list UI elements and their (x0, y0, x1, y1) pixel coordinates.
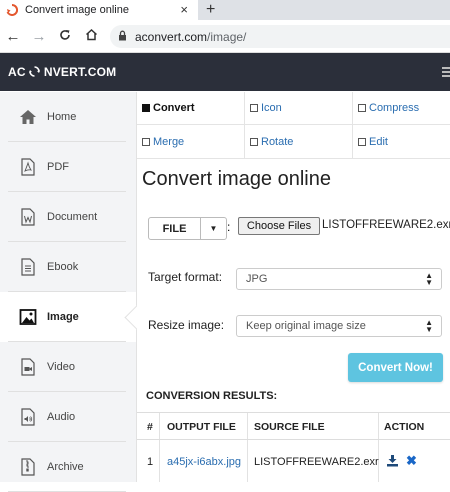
option-rotate[interactable]: Rotate (245, 125, 353, 158)
results-table: # OUTPUT FILE SOURCE FILE ACTION 1 a45jx… (137, 412, 450, 482)
checkbox-icon (358, 104, 366, 112)
url-host: aconvert.com (135, 29, 208, 44)
sidebar-item-label: PDF (47, 161, 69, 173)
sidebar-item-label: Audio (47, 411, 76, 423)
sidebar-item-label: Video (47, 361, 75, 373)
choose-files-button[interactable]: Choose Files (238, 217, 320, 235)
tab-close-icon[interactable]: × (180, 2, 188, 17)
option-label: Merge (153, 135, 185, 148)
sidebar-item-label: Image (47, 311, 79, 323)
checkbox-icon (142, 104, 150, 112)
sidebar-item-label: Archive (47, 461, 84, 473)
sidebar-item-label: Home (47, 111, 77, 123)
header-source-file: SOURCE FILE (254, 421, 325, 433)
convert-now-button[interactable]: Convert Now! (348, 353, 443, 382)
option-compress[interactable]: Compress (353, 92, 450, 125)
archive-icon (19, 458, 37, 476)
option-convert[interactable]: Convert (137, 92, 245, 125)
resize-image-select[interactable]: Keep original image size ▲ ▼ (236, 315, 442, 337)
conversion-options: Convert Icon Compress Merge Rotate Edit (137, 92, 450, 159)
results-title: CONVERSION RESULTS: (146, 390, 278, 402)
option-icon[interactable]: Icon (245, 92, 353, 125)
target-format-value: JPG (246, 273, 268, 285)
image-icon (19, 308, 37, 326)
table-row: 1 a45jx-i6abx.jpg LISTOFFREEWARE2.exr ✖ (137, 440, 450, 482)
file-source-selector[interactable]: FILE ▼ (148, 217, 227, 240)
resize-image-label: Resize image: (148, 318, 225, 332)
browser-tab-bar: Convert image online × + (0, 0, 450, 20)
chosen-file-name: LISTOFFREEWARE2.exr (322, 219, 450, 231)
option-label: Compress (369, 102, 420, 114)
ebook-icon (19, 258, 37, 276)
sidebar-item-pdf[interactable]: PDF (0, 142, 136, 192)
logo-text-right: NVERT.COM (43, 65, 117, 79)
url-path: /image/ (207, 29, 247, 44)
select-arrows-icon: ▲ ▼ (425, 271, 433, 287)
option-merge[interactable]: Merge (137, 125, 245, 158)
home-icon (19, 108, 37, 126)
target-format-select[interactable]: JPG ▲ ▼ (236, 268, 442, 290)
sidebar-item-archive[interactable]: Archive (0, 442, 136, 492)
page-title: Convert image online (142, 168, 331, 190)
option-label: Icon (261, 102, 282, 114)
sidebar-item-document[interactable]: Document (0, 192, 136, 242)
logo-text-left: AC (8, 65, 26, 79)
site-favicon-icon (6, 4, 18, 16)
url-bar[interactable]: aconvert.com/image/ (110, 25, 450, 48)
sidebar-item-ebook[interactable]: Ebook (0, 242, 136, 292)
home-button-icon[interactable] (78, 28, 104, 45)
header-output-file: OUTPUT FILE (167, 421, 236, 433)
source-file-name: LISTOFFREEWARE2.exr (254, 456, 379, 468)
lock-icon (118, 30, 127, 44)
reload-icon[interactable] (52, 28, 78, 45)
address-toolbar: ← → aconvert.com/image/ (0, 20, 450, 53)
output-file-link[interactable]: a45jx-i6abx.jpg (167, 456, 241, 468)
header-number: # (147, 421, 153, 433)
new-tab-icon[interactable]: + (206, 0, 215, 20)
browser-tab[interactable]: Convert image online × (0, 0, 198, 20)
logo-cycle-icon (29, 66, 41, 79)
caret-down-icon[interactable]: ▼ (201, 218, 226, 239)
sidebar-item-image[interactable]: Image (0, 292, 136, 342)
sidebar-item-audio[interactable]: Audio (0, 392, 136, 442)
checkbox-icon (358, 137, 366, 146)
target-format-label: Target format: (148, 270, 223, 284)
option-label: Edit (369, 135, 388, 148)
row-number: 1 (147, 456, 154, 468)
file-button[interactable]: FILE (149, 218, 201, 239)
video-icon (19, 358, 37, 376)
sidebar-item-home[interactable]: Home (0, 92, 136, 142)
sidebar-item-label: Ebook (47, 261, 79, 273)
option-edit[interactable]: Edit (353, 125, 450, 158)
sidebar-item-video[interactable]: Video (0, 342, 136, 392)
checkbox-icon (250, 104, 258, 112)
forward-arrow-icon[interactable]: → (26, 28, 52, 45)
option-label: Convert (153, 102, 195, 114)
select-arrows-icon: ▲ ▼ (425, 318, 433, 334)
sidebar-item-label: Document (47, 211, 98, 223)
resize-image-value: Keep original image size (246, 320, 366, 332)
file-colon: : (227, 220, 231, 234)
site-logo[interactable]: AC NVERT.COM (8, 65, 116, 79)
checkbox-icon (250, 137, 258, 146)
header-action: ACTION (384, 421, 425, 433)
delete-icon[interactable]: ✖ (406, 453, 417, 469)
option-label: Rotate (261, 135, 294, 148)
menu-icon[interactable] (442, 67, 450, 77)
tab-title: Convert image online (25, 4, 129, 16)
audio-icon (19, 408, 37, 426)
download-icon[interactable] (386, 454, 399, 470)
document-icon (19, 208, 37, 226)
sidebar: Home PDF Document Ebook Image Video Audi… (0, 92, 137, 492)
table-header: # OUTPUT FILE SOURCE FILE ACTION (137, 412, 450, 440)
pdf-icon (19, 158, 37, 176)
site-header: AC NVERT.COM (0, 53, 450, 91)
main-content: Convert Icon Compress Merge Rotate Edit … (137, 92, 450, 482)
checkbox-icon (142, 137, 150, 146)
back-arrow-icon[interactable]: ← (0, 28, 26, 45)
